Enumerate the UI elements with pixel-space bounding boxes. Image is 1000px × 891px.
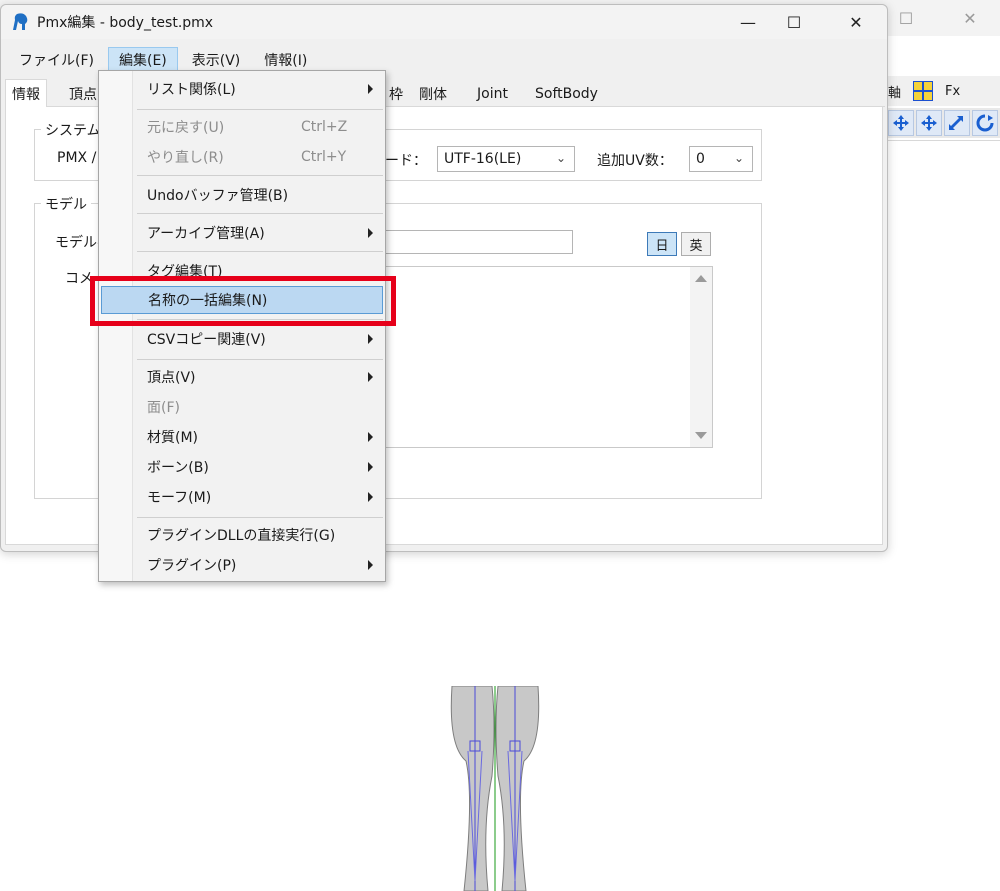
- lang-en-button[interactable]: 英: [681, 232, 711, 256]
- move-xy-icon[interactable]: [888, 110, 914, 136]
- chevron-down-icon: ⌄: [733, 151, 744, 165]
- menu-item-label: プラグイン(P): [147, 558, 237, 574]
- menu-separator: [137, 359, 383, 360]
- menu-item-vertex[interactable]: 頂点(V): [101, 363, 383, 391]
- menu-separator: [137, 109, 383, 110]
- menu-item-label: プラグインDLLの直接実行(G): [147, 528, 336, 544]
- title-bar: Pmx編集 - body_test.pmx — ☐ ✕: [1, 5, 887, 39]
- submenu-arrow-icon: [368, 462, 373, 472]
- submenu-arrow-icon: [368, 84, 373, 94]
- submenu-arrow-icon: [368, 432, 373, 442]
- menu-item-bone[interactable]: ボーン(B): [101, 453, 383, 481]
- menu-item-label: ボーン(B): [147, 460, 209, 476]
- model-group-title: モデル: [41, 194, 91, 214]
- menu-item-list-relations[interactable]: リスト関係(L): [101, 75, 383, 103]
- tab-info[interactable]: 情報: [5, 79, 47, 108]
- grid-toggle-icon[interactable]: [913, 81, 934, 101]
- menu-item-shortcut: Ctrl+Y: [301, 149, 347, 165]
- menu-file[interactable]: ファイル(F): [9, 47, 104, 73]
- menu-item-label: Undoバッファ管理(B): [147, 188, 289, 204]
- menu-item-csv-copy[interactable]: CSVコピー関連(V): [101, 325, 383, 353]
- model-legs-render: [450, 686, 540, 891]
- edit-menu-dropdown: リスト関係(L) 元に戻す(U) Ctrl+Z やり直し(R) Ctrl+Y U…: [98, 70, 386, 582]
- highlight-annotation-box: [90, 276, 396, 326]
- menu-item-label: 頂点(V): [147, 370, 196, 386]
- pmx-version-label: PMX /: [57, 150, 97, 166]
- menu-item-label: やり直し(R): [147, 150, 224, 166]
- menu-separator: [137, 251, 383, 252]
- additional-uv-value: 0: [696, 151, 705, 167]
- close-button[interactable]: ✕: [833, 8, 879, 36]
- tab-vertex[interactable]: 頂点: [63, 81, 103, 107]
- viewer-maximize-button[interactable]: ☐: [886, 4, 926, 32]
- tab-softbody[interactable]: SoftBody: [529, 81, 604, 107]
- submenu-arrow-icon: [368, 492, 373, 502]
- menu-item-shortcut: Ctrl+Z: [301, 119, 348, 135]
- move-icon[interactable]: [916, 110, 942, 136]
- axis-label[interactable]: 軸: [888, 82, 901, 101]
- encode-label: ード：: [385, 153, 427, 169]
- menu-separator: [137, 175, 383, 176]
- system-group-title: システム: [41, 120, 105, 140]
- maximize-button[interactable]: ☐: [771, 8, 817, 36]
- menu-item-plugin[interactable]: プラグイン(P): [101, 551, 383, 579]
- window-title: Pmx編集 - body_test.pmx: [37, 15, 214, 31]
- additional-uv-label: 追加UV数：: [597, 153, 673, 169]
- submenu-arrow-icon: [368, 560, 373, 570]
- menu-item-face[interactable]: 面(F): [101, 393, 383, 421]
- menu-separator: [137, 213, 383, 214]
- minimize-button[interactable]: —: [725, 8, 771, 36]
- scale-icon[interactable]: [944, 110, 970, 136]
- menu-item-plugin-dll-run[interactable]: プラグインDLLの直接実行(G): [101, 521, 383, 549]
- app-icon: [11, 12, 31, 32]
- chevron-down-icon: ⌄: [555, 151, 566, 165]
- menu-item-redo[interactable]: やり直し(R) Ctrl+Y: [101, 143, 383, 171]
- fx-button[interactable]: Fx: [945, 84, 960, 99]
- menu-item-label: 面(F): [147, 400, 180, 416]
- additional-uv-select[interactable]: 0 ⌄: [689, 146, 753, 172]
- submenu-arrow-icon: [368, 228, 373, 238]
- viewer-tool-icons: [886, 108, 1000, 138]
- menu-item-label: アーカイブ管理(A): [147, 226, 265, 242]
- submenu-arrow-icon: [368, 334, 373, 344]
- menu-item-material[interactable]: 材質(M): [101, 423, 383, 451]
- menu-item-morph[interactable]: モーフ(M): [101, 483, 383, 511]
- tab-joint[interactable]: Joint: [471, 81, 514, 107]
- menu-item-label: リスト関係(L): [147, 82, 236, 98]
- tab-frame[interactable]: 枠: [383, 81, 409, 107]
- menu-item-undo[interactable]: 元に戻す(U) Ctrl+Z: [101, 113, 383, 141]
- submenu-arrow-icon: [368, 372, 373, 382]
- viewer-close-button[interactable]: ✕: [950, 4, 990, 32]
- scroll-down-icon[interactable]: [695, 432, 707, 439]
- menu-item-label: 材質(M): [147, 430, 199, 446]
- comment-label: コメ: [65, 271, 93, 287]
- menu-item-undo-buffer[interactable]: Undoバッファ管理(B): [101, 181, 383, 209]
- menu-item-label: モーフ(M): [147, 490, 212, 506]
- lang-jp-button[interactable]: 日: [647, 232, 677, 256]
- rotate-icon[interactable]: [972, 110, 998, 136]
- viewer-toolbar: 軸 Fx: [886, 76, 1000, 106]
- menu-item-label: 元に戻す(U): [147, 120, 225, 136]
- menu-separator: [137, 517, 383, 518]
- encode-value: UTF-16(LE): [444, 151, 522, 167]
- scroll-up-icon[interactable]: [695, 275, 707, 282]
- comment-scrollbar[interactable]: [690, 267, 712, 447]
- menu-item-archive[interactable]: アーカイブ管理(A): [101, 219, 383, 247]
- menu-item-label: CSVコピー関連(V): [147, 332, 266, 348]
- encode-select[interactable]: UTF-16(LE) ⌄: [437, 146, 575, 172]
- tab-rigid-body[interactable]: 剛体: [413, 81, 453, 107]
